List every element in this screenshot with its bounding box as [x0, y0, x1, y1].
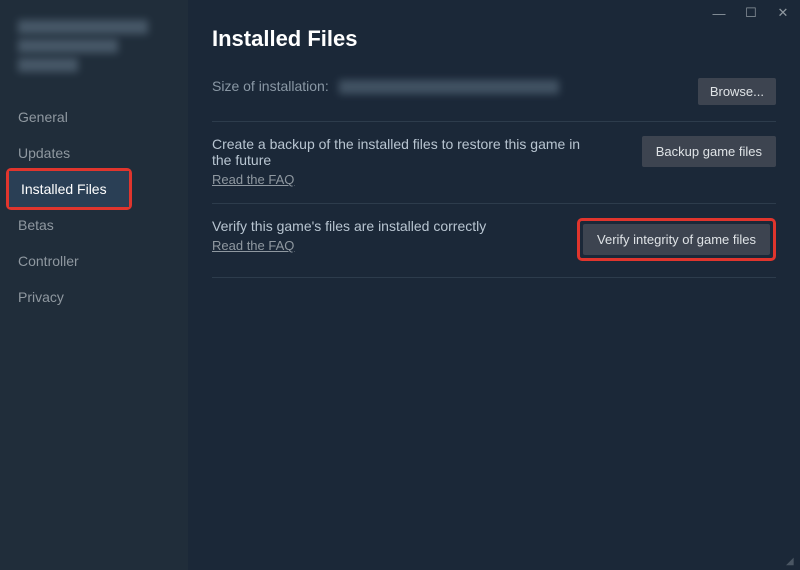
- close-icon[interactable]: ✕: [774, 6, 792, 20]
- sidebar: General Updates Installed Files Betas Co…: [0, 0, 188, 570]
- backup-description: Create a backup of the installed files t…: [212, 136, 592, 168]
- sidebar-item-privacy[interactable]: Privacy: [0, 279, 188, 315]
- highlight-verify-button: Verify integrity of game files: [577, 218, 776, 261]
- window-controls: — ☐ ✕: [710, 6, 792, 20]
- game-title-block: [0, 20, 188, 99]
- verify-integrity-button[interactable]: Verify integrity of game files: [583, 224, 770, 255]
- maximize-icon[interactable]: ☐: [742, 6, 760, 20]
- highlight-installed-files: Installed Files: [6, 168, 132, 210]
- main-panel: — ☐ ✕ Installed Files Size of installati…: [188, 0, 800, 570]
- sidebar-item-updates[interactable]: Updates: [0, 135, 188, 171]
- verify-section: Verify this game's files are installed c…: [212, 218, 776, 278]
- sidebar-item-general[interactable]: General: [0, 99, 188, 135]
- backup-section: Create a backup of the installed files t…: [212, 136, 776, 204]
- size-label: Size of installation:: [212, 78, 329, 94]
- sidebar-item-betas[interactable]: Betas: [0, 207, 188, 243]
- verify-description: Verify this game's files are installed c…: [212, 218, 486, 234]
- browse-button[interactable]: Browse...: [698, 78, 776, 105]
- backup-button[interactable]: Backup game files: [642, 136, 776, 167]
- redacted-title-line: [18, 58, 78, 72]
- sidebar-item-installed-files[interactable]: Installed Files: [9, 171, 129, 207]
- redacted-title-line: [18, 39, 118, 53]
- page-title: Installed Files: [212, 26, 776, 52]
- resize-grip-icon[interactable]: ◢: [786, 556, 796, 566]
- size-section: Size of installation: Browse...: [212, 78, 776, 122]
- redacted-size-value: [339, 80, 559, 94]
- minimize-icon[interactable]: —: [710, 6, 728, 20]
- sidebar-item-controller[interactable]: Controller: [0, 243, 188, 279]
- faq-link-backup[interactable]: Read the FAQ: [212, 172, 592, 187]
- faq-link-verify[interactable]: Read the FAQ: [212, 238, 486, 253]
- redacted-title-line: [18, 20, 148, 34]
